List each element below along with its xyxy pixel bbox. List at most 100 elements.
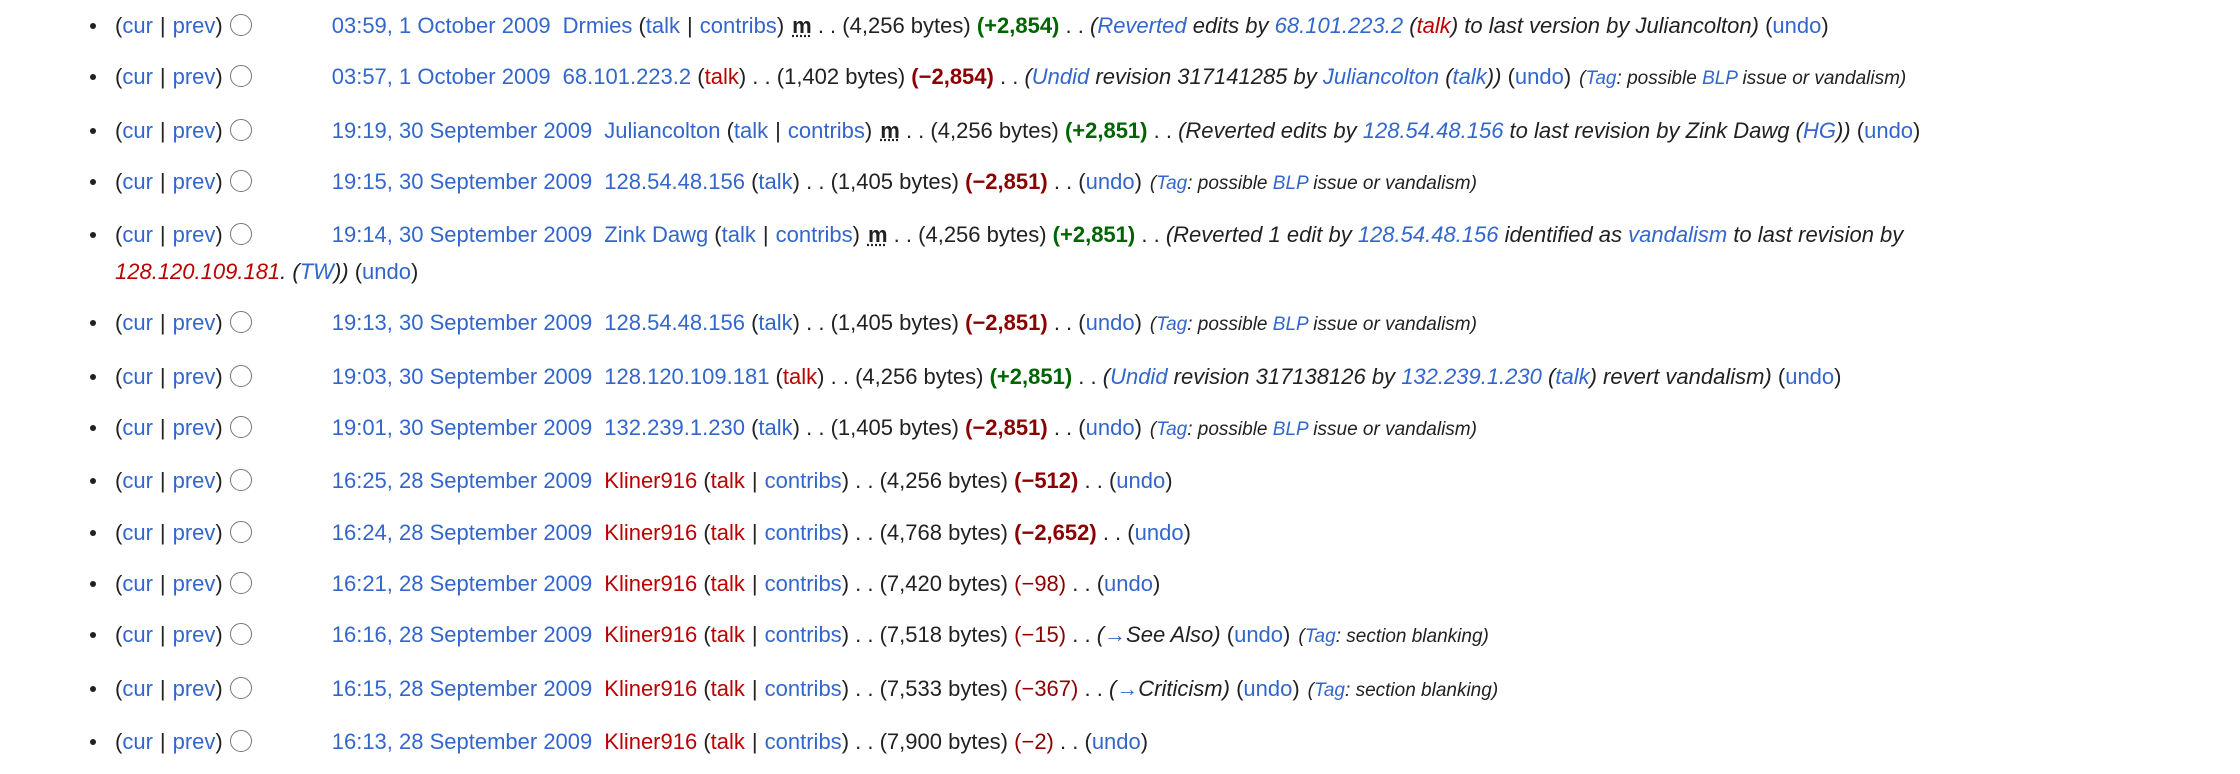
- prev-link[interactable]: prev: [173, 622, 216, 647]
- user-contribs-link[interactable]: contribs: [765, 622, 842, 647]
- tag-link[interactable]: Tag: [1305, 626, 1336, 647]
- user-contribs-link[interactable]: contribs: [776, 222, 853, 247]
- cur-link[interactable]: cur: [122, 415, 153, 440]
- user-talk-link[interactable]: talk: [722, 222, 756, 247]
- tag-link[interactable]: Tag: [1586, 68, 1617, 89]
- user-link[interactable]: Kliner916: [604, 729, 697, 754]
- user-talk-link[interactable]: talk: [711, 676, 745, 701]
- user-link[interactable]: 128.120.109.181: [604, 364, 769, 389]
- cur-link[interactable]: cur: [122, 118, 153, 143]
- prev-link[interactable]: prev: [173, 364, 216, 389]
- undo-link[interactable]: undo: [1772, 13, 1821, 38]
- user-talk-link[interactable]: talk: [758, 169, 792, 194]
- prev-link[interactable]: prev: [173, 118, 216, 143]
- user-contribs-link[interactable]: contribs: [765, 468, 842, 493]
- revision-date-link[interactable]: 16:21, 28 September 2009: [332, 571, 593, 596]
- undo-link[interactable]: undo: [1086, 310, 1135, 335]
- user-talk-link[interactable]: talk: [734, 118, 768, 143]
- compare-radio[interactable]: [229, 571, 252, 594]
- summary-link[interactable]: Undid: [1032, 64, 1089, 89]
- undo-link[interactable]: undo: [1864, 118, 1913, 143]
- cur-link[interactable]: cur: [122, 169, 153, 194]
- tag-link[interactable]: Tag: [1156, 173, 1187, 194]
- revision-date-link[interactable]: 19:13, 30 September 2009: [332, 310, 593, 335]
- tag-text-link[interactable]: BLP: [1702, 68, 1737, 89]
- user-link[interactable]: Kliner916: [604, 571, 697, 596]
- cur-link[interactable]: cur: [122, 571, 153, 596]
- revision-date-link[interactable]: 16:24, 28 September 2009: [332, 520, 593, 545]
- tag-link[interactable]: Tag: [1156, 314, 1187, 335]
- revision-date-link[interactable]: 03:57, 1 October 2009: [332, 64, 551, 89]
- user-contribs-link[interactable]: contribs: [765, 729, 842, 754]
- summary-link[interactable]: 68.101.223.2: [1275, 13, 1403, 38]
- undo-link[interactable]: undo: [1104, 571, 1153, 596]
- undo-link[interactable]: undo: [1086, 169, 1135, 194]
- cur-link[interactable]: cur: [122, 676, 153, 701]
- user-link[interactable]: Juliancolton: [604, 118, 720, 143]
- undo-link[interactable]: undo: [1116, 468, 1165, 493]
- user-contribs-link[interactable]: contribs: [765, 676, 842, 701]
- compare-radio[interactable]: [229, 223, 252, 246]
- summary-link[interactable]: talk: [1417, 13, 1451, 38]
- summary-link[interactable]: →: [1116, 676, 1138, 701]
- user-link[interactable]: 128.54.48.156: [604, 169, 745, 194]
- prev-link[interactable]: prev: [173, 468, 216, 493]
- compare-radio[interactable]: [229, 118, 252, 141]
- tag-text-link[interactable]: BLP: [1273, 173, 1308, 194]
- revision-date-link[interactable]: 16:25, 28 September 2009: [332, 468, 593, 493]
- cur-link[interactable]: cur: [122, 622, 153, 647]
- user-contribs-link[interactable]: contribs: [765, 571, 842, 596]
- undo-link[interactable]: undo: [362, 259, 411, 284]
- tag-link[interactable]: Tag: [1314, 680, 1345, 701]
- user-talk-link[interactable]: talk: [711, 622, 745, 647]
- undo-link[interactable]: undo: [1515, 64, 1564, 89]
- cur-link[interactable]: cur: [122, 520, 153, 545]
- revision-date-link[interactable]: 16:16, 28 September 2009: [332, 622, 593, 647]
- tag-text-link[interactable]: BLP: [1273, 419, 1308, 440]
- user-talk-link[interactable]: talk: [646, 13, 680, 38]
- summary-link[interactable]: talk: [1453, 64, 1487, 89]
- cur-link[interactable]: cur: [122, 64, 153, 89]
- summary-link[interactable]: Juliancolton: [1323, 64, 1439, 89]
- user-link[interactable]: Zink Dawg: [604, 222, 708, 247]
- user-link[interactable]: Kliner916: [604, 468, 697, 493]
- user-talk-link[interactable]: talk: [711, 571, 745, 596]
- user-link[interactable]: Drmies: [563, 13, 633, 38]
- user-link[interactable]: 132.239.1.230: [604, 415, 745, 440]
- compare-radio[interactable]: [229, 469, 252, 492]
- revision-date-link[interactable]: 16:13, 28 September 2009: [332, 729, 593, 754]
- cur-link[interactable]: cur: [122, 310, 153, 335]
- revision-date-link[interactable]: 19:03, 30 September 2009: [332, 364, 593, 389]
- compare-radio[interactable]: [229, 14, 252, 36]
- summary-link[interactable]: talk: [1555, 364, 1589, 389]
- prev-link[interactable]: prev: [173, 169, 216, 194]
- summary-link[interactable]: 132.239.1.230: [1401, 364, 1542, 389]
- user-talk-link[interactable]: talk: [705, 64, 739, 89]
- undo-link[interactable]: undo: [1243, 676, 1292, 701]
- user-contribs-link[interactable]: contribs: [700, 13, 777, 38]
- undo-link[interactable]: undo: [1234, 622, 1283, 647]
- user-link[interactable]: 128.54.48.156: [604, 310, 745, 335]
- revision-date-link[interactable]: 19:01, 30 September 2009: [332, 415, 593, 440]
- user-talk-link[interactable]: talk: [711, 520, 745, 545]
- compare-radio[interactable]: [229, 676, 252, 699]
- prev-link[interactable]: prev: [173, 415, 216, 440]
- user-link[interactable]: 68.101.223.2: [563, 64, 691, 89]
- user-link[interactable]: Kliner916: [604, 520, 697, 545]
- prev-link[interactable]: prev: [173, 571, 216, 596]
- compare-radio[interactable]: [229, 169, 252, 192]
- summary-link[interactable]: 128.54.48.156: [1363, 118, 1504, 143]
- summary-link[interactable]: →: [1104, 622, 1126, 647]
- summary-link[interactable]: Undid: [1110, 364, 1167, 389]
- prev-link[interactable]: prev: [173, 676, 216, 701]
- prev-link[interactable]: prev: [173, 310, 216, 335]
- user-link[interactable]: Kliner916: [604, 622, 697, 647]
- revision-date-link[interactable]: 19:19, 30 September 2009: [332, 118, 593, 143]
- cur-link[interactable]: cur: [122, 13, 153, 38]
- compare-radio[interactable]: [229, 520, 252, 543]
- compare-radio[interactable]: [229, 311, 252, 334]
- compare-radio[interactable]: [229, 416, 252, 439]
- revision-date-link[interactable]: 03:59, 1 October 2009: [332, 13, 551, 38]
- compare-radio[interactable]: [229, 729, 252, 752]
- prev-link[interactable]: prev: [173, 520, 216, 545]
